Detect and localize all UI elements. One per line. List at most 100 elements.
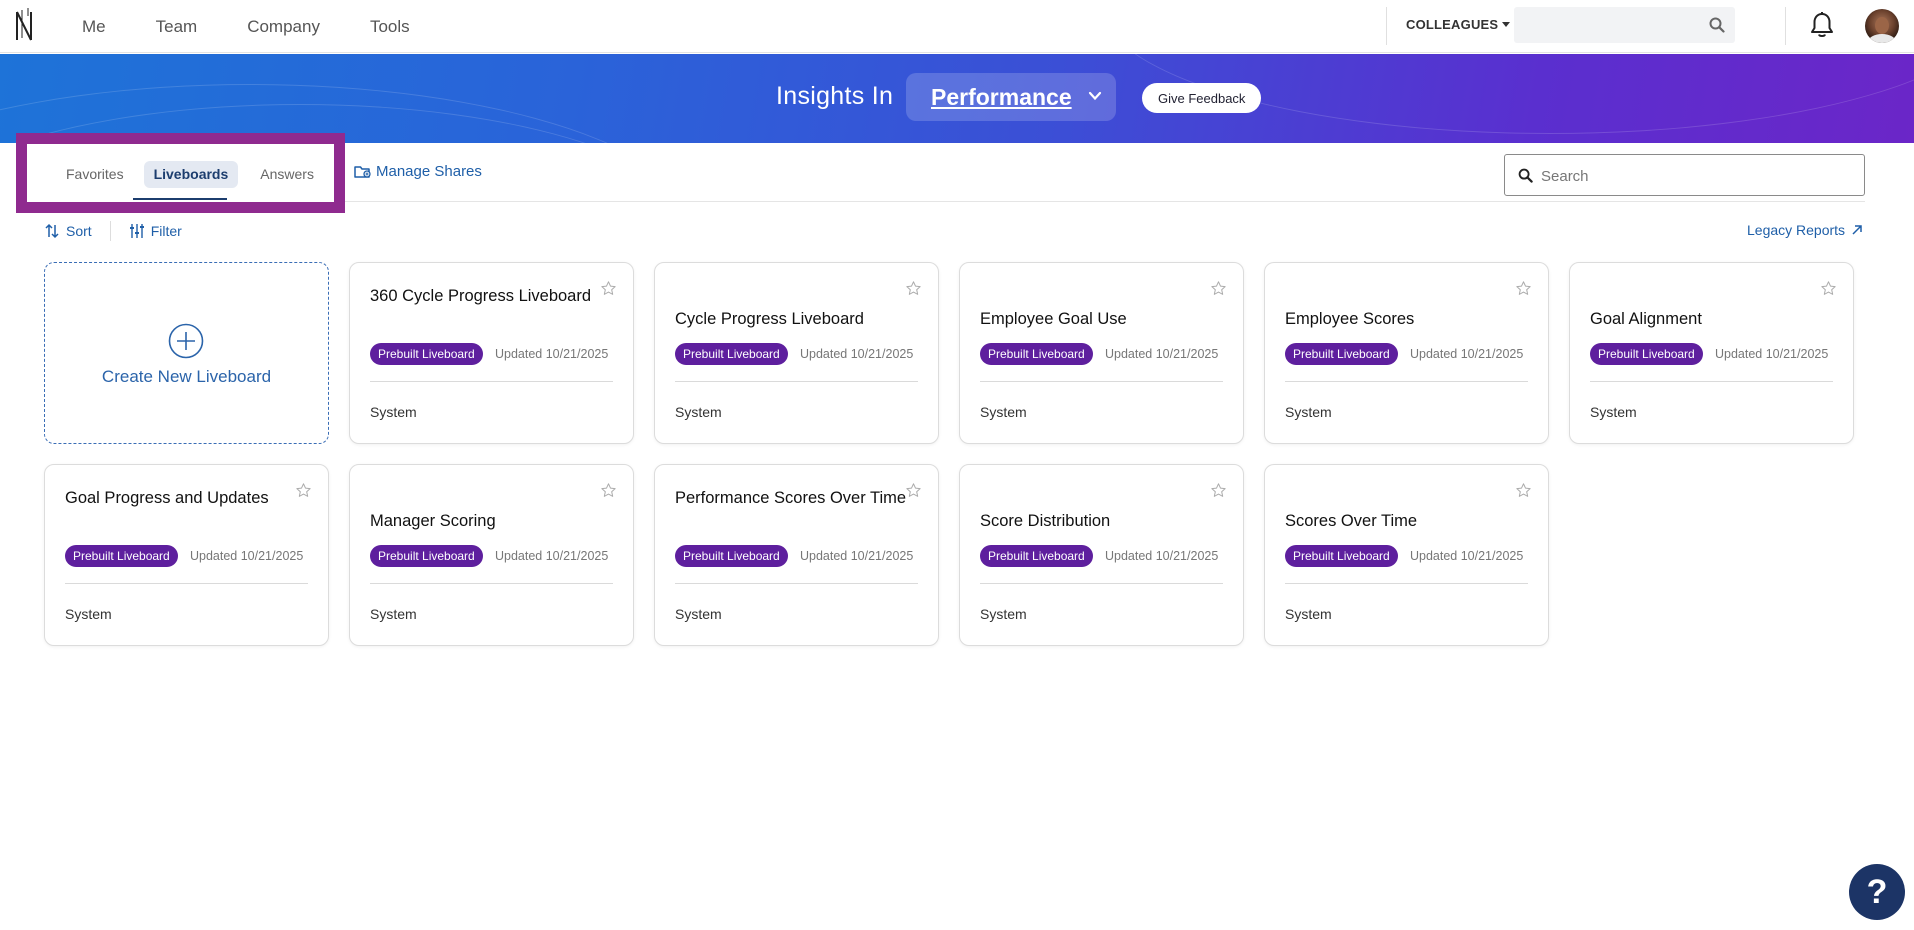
divider — [1285, 381, 1528, 382]
insights-banner: Insights In Performance Give Feedback — [0, 54, 1914, 143]
divider — [675, 381, 918, 382]
owner-label: System — [980, 606, 1027, 622]
search-icon[interactable] — [1709, 17, 1725, 33]
favorite-star-icon[interactable] — [1820, 280, 1837, 297]
external-arrow-icon — [1852, 225, 1862, 235]
tab-liveboards[interactable]: Liveboards — [143, 161, 239, 188]
legacy-reports-link[interactable]: Legacy Reports — [1747, 222, 1863, 238]
sort-button[interactable]: Sort — [44, 223, 92, 239]
prebuilt-badge: Prebuilt Liveboard — [980, 343, 1093, 365]
filter-button[interactable]: Filter — [129, 223, 182, 239]
top-search-input[interactable] — [1522, 13, 1702, 37]
liveboard-title: 360 Cycle Progress Liveboard — [370, 287, 592, 305]
updated-date: Updated 10/21/2025 — [495, 347, 609, 361]
owner-label: System — [370, 404, 417, 420]
prebuilt-badge: Prebuilt Liveboard — [370, 545, 483, 567]
liveboard-title: Employee Goal Use — [980, 310, 1127, 328]
divider — [1590, 381, 1833, 382]
prebuilt-badge: Prebuilt Liveboard — [65, 545, 178, 567]
prebuilt-badge: Prebuilt Liveboard — [675, 545, 788, 567]
liveboard-search-box — [1504, 154, 1865, 196]
favorite-star-icon[interactable] — [600, 482, 617, 499]
owner-label: System — [1590, 404, 1637, 420]
owner-label: System — [675, 404, 722, 420]
logo-icon[interactable] — [14, 6, 36, 44]
prebuilt-badge: Prebuilt Liveboard — [1285, 545, 1398, 567]
module-select-label: Performance — [931, 83, 1072, 110]
owner-label: System — [370, 606, 417, 622]
liveboard-card[interactable]: Goal Alignment Prebuilt Liveboard Updated … — [1569, 262, 1854, 444]
updated-date: Updated 10/21/2025 — [1105, 347, 1219, 361]
nav-company[interactable]: Company — [247, 17, 320, 37]
owner-label: System — [65, 606, 112, 622]
avatar[interactable] — [1865, 9, 1899, 43]
view-tabs: Favorites Liveboards Answers — [56, 161, 336, 188]
divider — [345, 201, 1865, 202]
liveboard-card[interactable]: Scores Over Time Prebuilt Liveboard Update… — [1264, 464, 1549, 646]
filter-sliders-icon — [129, 224, 144, 238]
manage-shares-link[interactable]: Manage Shares — [354, 163, 482, 180]
filter-label: Filter — [150, 223, 182, 239]
liveboard-card[interactable]: Goal Progress and Updates Prebuilt Livebo… — [44, 464, 329, 646]
create-liveboard-label: Create New Liveboard — [101, 367, 272, 386]
owner-label: System — [1285, 606, 1332, 622]
sort-filter-toolbar: Sort Filter — [44, 221, 182, 241]
divider — [370, 583, 613, 584]
liveboard-card[interactable]: 360 Cycle Progress Liveboard Prebuilt Liv… — [349, 262, 634, 444]
liveboard-title: Performance Scores Over Time — [675, 489, 907, 507]
liveboard-card[interactable]: Employee Goal Use Prebuilt Liveboard Updat… — [959, 262, 1244, 444]
active-tab-indicator — [133, 198, 227, 200]
updated-date: Updated 10/21/2025 — [1410, 549, 1524, 563]
favorite-star-icon[interactable] — [1210, 280, 1227, 297]
updated-date: Updated 10/21/2025 — [1715, 347, 1829, 361]
favorite-star-icon[interactable] — [1515, 482, 1532, 499]
main-nav: Me Team Company Tools — [82, 0, 460, 53]
liveboard-title: Score Distribution — [980, 512, 1111, 530]
nav-team[interactable]: Team — [156, 17, 198, 37]
nav-tools[interactable]: Tools — [370, 17, 410, 37]
sort-label: Sort — [66, 223, 92, 239]
sort-icon — [45, 223, 59, 239]
caret-down-icon — [1502, 22, 1511, 27]
module-select[interactable]: Performance — [906, 73, 1116, 121]
divider — [980, 583, 1223, 584]
divider — [65, 583, 308, 584]
banner-title: Insights In — [776, 82, 894, 110]
owner-label: System — [1285, 404, 1332, 420]
divider — [1785, 7, 1786, 45]
liveboard-card[interactable]: Score Distribution Prebuilt Liveboard Upda… — [959, 464, 1244, 646]
favorite-star-icon[interactable] — [905, 280, 922, 297]
liveboard-title: Goal Alignment — [1590, 310, 1702, 328]
owner-label: System — [980, 404, 1027, 420]
updated-date: Updated 10/21/2025 — [1410, 347, 1524, 361]
legacy-reports-label: Legacy Reports — [1747, 222, 1846, 238]
favorite-star-icon[interactable] — [1210, 482, 1227, 499]
liveboard-card[interactable]: Performance Scores Over Time Prebuilt Liv… — [654, 464, 939, 646]
liveboard-title: Manager Scoring — [370, 512, 496, 530]
updated-date: Updated 10/21/2025 — [1105, 549, 1219, 563]
prebuilt-badge: Prebuilt Liveboard — [675, 343, 788, 365]
updated-date: Updated 10/21/2025 — [800, 347, 914, 361]
plus-circle-icon — [168, 323, 204, 359]
liveboard-title: Employee Scores — [1285, 310, 1415, 328]
liveboard-search-input[interactable] — [1541, 165, 1841, 187]
help-button[interactable]: ? — [1849, 864, 1905, 920]
divider — [1386, 7, 1387, 45]
tab-favorites[interactable]: Favorites — [56, 161, 134, 188]
tab-answers[interactable]: Answers — [250, 161, 324, 188]
favorite-star-icon[interactable] — [1515, 280, 1532, 297]
notification-bell-icon[interactable] — [1809, 11, 1835, 39]
divider — [109, 221, 111, 241]
divider — [1285, 583, 1528, 584]
top-search-box — [1514, 7, 1735, 43]
colleagues-dropdown[interactable]: COLLEAGUES — [1406, 17, 1511, 32]
nav-me[interactable]: Me — [82, 17, 106, 37]
liveboard-card[interactable]: Manager Scoring Prebuilt Liveboard Updated… — [349, 464, 634, 646]
liveboard-card[interactable]: Cycle Progress Liveboard Prebuilt Liveboa… — [654, 262, 939, 444]
updated-date: Updated 10/21/2025 — [190, 549, 304, 563]
liveboard-card[interactable]: Employee Scores Prebuilt Liveboard Updated… — [1264, 262, 1549, 444]
prebuilt-badge: Prebuilt Liveboard — [1285, 343, 1398, 365]
updated-date: Updated 10/21/2025 — [495, 549, 609, 563]
give-feedback-button[interactable]: Give Feedback — [1142, 83, 1262, 113]
create-liveboard-card[interactable]: Create New Liveboard — [44, 262, 329, 444]
